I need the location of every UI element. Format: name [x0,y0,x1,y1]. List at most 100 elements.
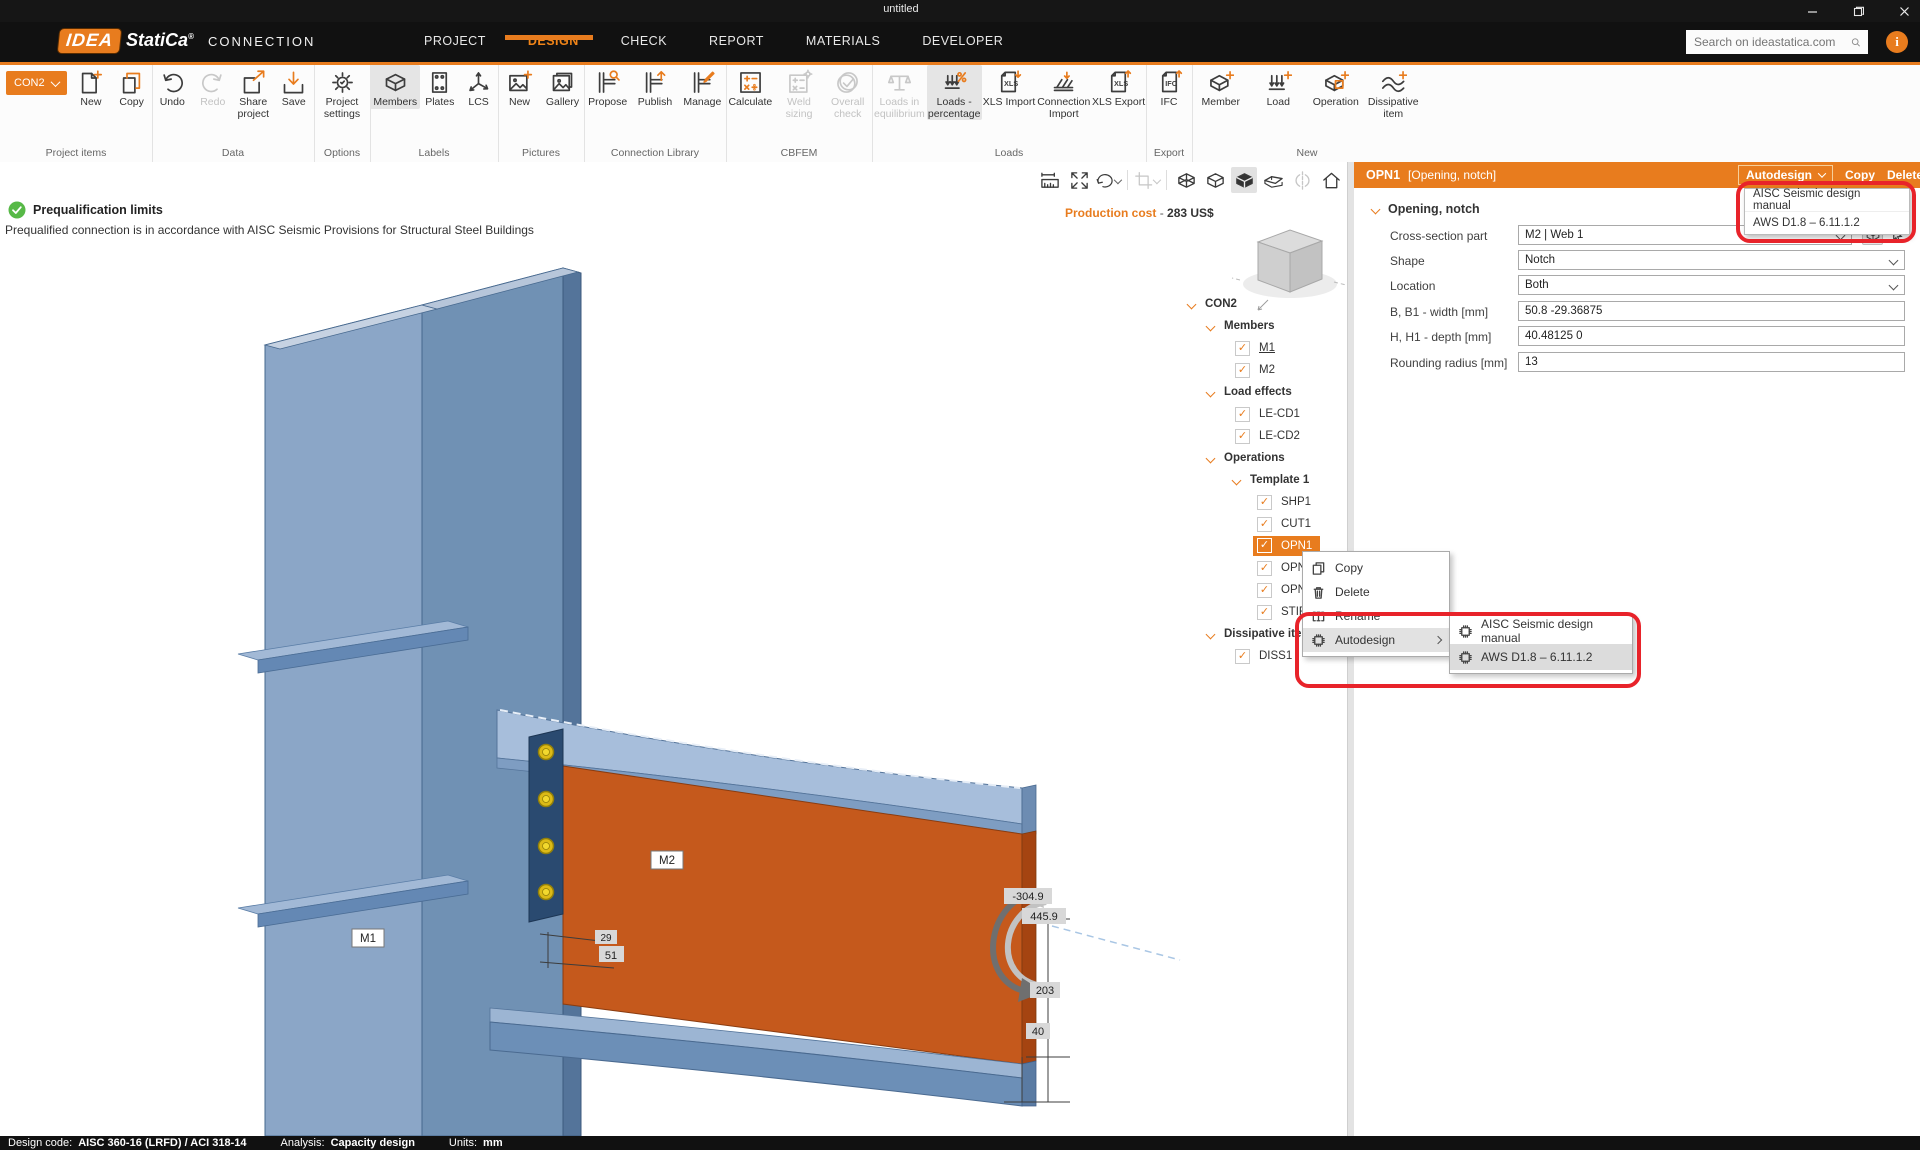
checkbox[interactable]: ✓ [1257,495,1272,510]
dimension-tool-button[interactable] [1037,167,1063,193]
autodesign-option-aws[interactable]: AWS D1.8 – 6.11.1.2 [1745,212,1909,234]
ribbon-button-manage[interactable]: Manage [679,65,726,109]
rounding-radius-input[interactable]: 13 [1518,352,1905,372]
checkbox[interactable]: ✓ [1235,429,1250,444]
autodesign-button[interactable]: Autodesign [1738,165,1833,185]
svg-text:IFC: IFC [1165,79,1177,88]
depth-input[interactable]: 40.48125 0 [1518,326,1905,346]
checkbox[interactable]: ✓ [1235,649,1250,664]
wireframe-view-button[interactable] [1173,167,1199,193]
chevron-down-icon[interactable] [1206,321,1216,331]
tree-item-operations[interactable]: Operations [1185,447,1345,469]
autodesign-option-aisc[interactable]: AISC Seismic design manual [1745,189,1909,212]
context-menu-copy[interactable]: Copy [1303,556,1449,580]
ribbon-button-share-project[interactable]: Share project [233,65,274,120]
close-button[interactable] [1896,3,1912,19]
checkbox[interactable]: ✓ [1257,538,1272,553]
ribbon-button-propose[interactable]: Propose [584,65,631,109]
ribbon-button-save[interactable]: Save [274,65,315,109]
ribbon-button-undo[interactable]: Undo [152,65,193,109]
3d-model[interactable]: -304.9 445.9 203 40 29 51 M2 M1 [0,162,1347,1136]
delete-operation-button[interactable]: Delete [1887,168,1920,182]
ribbon-button-ifc[interactable]: IFC IFC [1146,65,1192,109]
ribbon-button-load[interactable]: Load [1250,65,1308,109]
checkbox[interactable]: ✓ [1235,407,1250,422]
ribbon-button-dissipative-item[interactable]: Dissipative item [1365,65,1423,120]
ribbon-button-calculate[interactable]: Calculate [726,65,775,109]
home-view-button[interactable] [1318,167,1344,193]
search-box[interactable] [1686,30,1868,54]
chevron-down-icon[interactable] [1206,387,1216,397]
menu-project[interactable]: PROJECT [424,34,486,48]
menu-check[interactable]: CHECK [621,34,667,48]
ribbon-button-new-picture[interactable]: New [498,65,541,109]
rotate-view-button[interactable] [1095,167,1121,193]
3d-viewport[interactable]: -304.9 445.9 203 40 29 51 M2 M1 [0,162,1347,1136]
tree-item-template1[interactable]: Template 1 [1185,469,1345,491]
menu-materials[interactable]: MATERIALS [806,34,880,48]
ribbon-button-new-project[interactable]: New [71,65,112,109]
tree-item-members[interactable]: Members [1185,315,1345,337]
ribbon-button-copy-project[interactable]: Copy [111,65,152,109]
checkbox[interactable]: ✓ [1235,341,1250,356]
ribbon-button-xls-import[interactable]: XLS XLS Import [982,65,1037,109]
tree-item-cut1[interactable]: ✓CUT1 [1185,513,1345,535]
checkbox[interactable]: ✓ [1235,363,1250,378]
ribbon-button-operation[interactable]: Operation [1307,65,1365,109]
tree-item-le-cd2[interactable]: ✓LE-CD2 [1185,425,1345,447]
ribbon-button-redo: Redo [193,65,234,109]
ribbon-button-project-settings[interactable]: Project settings [314,65,370,120]
copy-operation-button[interactable]: Copy [1845,168,1875,182]
chevron-down-icon[interactable] [1114,176,1122,184]
menu-developer[interactable]: DEVELOPER [922,34,1003,48]
hidden-line-view-button[interactable] [1202,167,1228,193]
solid-view-button[interactable] [1231,167,1257,193]
column-web-face[interactable] [422,268,563,1136]
chevron-down-icon[interactable] [1187,299,1197,309]
column-flange-face[interactable] [265,305,422,1136]
width-input[interactable]: 50.8 -29.36875 [1518,301,1905,321]
tree-item-le-cd1[interactable]: ✓LE-CD1 [1185,403,1345,425]
tree-item-shp1[interactable]: ✓SHP1 [1185,491,1345,513]
tree-item-con2[interactable]: CON2 [1185,293,1345,315]
submenu-aisc-seismic[interactable]: AISC Seismic design manual [1450,618,1632,644]
zoom-fit-button[interactable] [1066,167,1092,193]
ribbon-button-member[interactable]: Member [1192,65,1250,109]
chevron-down-icon[interactable] [1206,629,1216,639]
tree-item-m2[interactable]: ✓M2 [1185,359,1345,381]
ribbon-button-plates[interactable]: Plates [420,65,459,109]
checkbox[interactable]: ✓ [1257,605,1272,620]
shape-select[interactable]: Notch [1518,250,1905,270]
operation-id: OPN1 [1366,168,1400,182]
connection-selector-dropdown[interactable]: CON2 [6,71,67,95]
autodesign-chip-icon [1458,624,1473,639]
submenu-aws-d18[interactable]: AWS D1.8 – 6.11.1.2 [1450,644,1632,670]
tree-item-load-effects[interactable]: Load effects [1185,381,1345,403]
chevron-down-icon[interactable] [1206,453,1216,463]
search-input[interactable] [1686,34,1851,50]
chevron-down-icon[interactable] [1232,475,1242,485]
ribbon-button-connection-import[interactable]: Connection Import [1036,65,1091,120]
tree-item-m1[interactable]: ✓M1 [1185,337,1345,359]
member-box-icon [382,69,409,96]
info-button[interactable]: i [1886,31,1908,53]
checkbox[interactable]: ✓ [1257,583,1272,598]
context-menu-delete[interactable]: Delete [1303,580,1449,604]
context-menu-rename[interactable]: Rename [1303,604,1449,628]
context-menu-autodesign[interactable]: Autodesign [1303,628,1449,652]
menu-report[interactable]: REPORT [709,34,764,48]
ribbon-button-loads-percentage[interactable]: Loads - percentage [927,65,982,120]
ribbon-button-publish[interactable]: Publish [631,65,678,109]
checkbox[interactable]: ✓ [1257,517,1272,532]
ribbon-group-export: IFC IFC Export [1146,65,1193,162]
ribbon-button-lcs[interactable]: LCS [459,65,498,109]
ribbon-button-gallery[interactable]: Gallery [541,65,584,109]
minimize-button[interactable] [1804,3,1820,19]
maximize-button[interactable] [1850,3,1866,19]
property-group-header[interactable]: Opening, notch [1372,202,1480,216]
ribbon-button-xls-export[interactable]: XLS XLS Export [1091,65,1146,109]
checkbox[interactable]: ✓ [1257,561,1272,576]
ribbon-button-members[interactable]: Members [370,65,420,109]
section-view-button[interactable] [1260,167,1286,193]
location-select[interactable]: Both [1518,275,1905,295]
